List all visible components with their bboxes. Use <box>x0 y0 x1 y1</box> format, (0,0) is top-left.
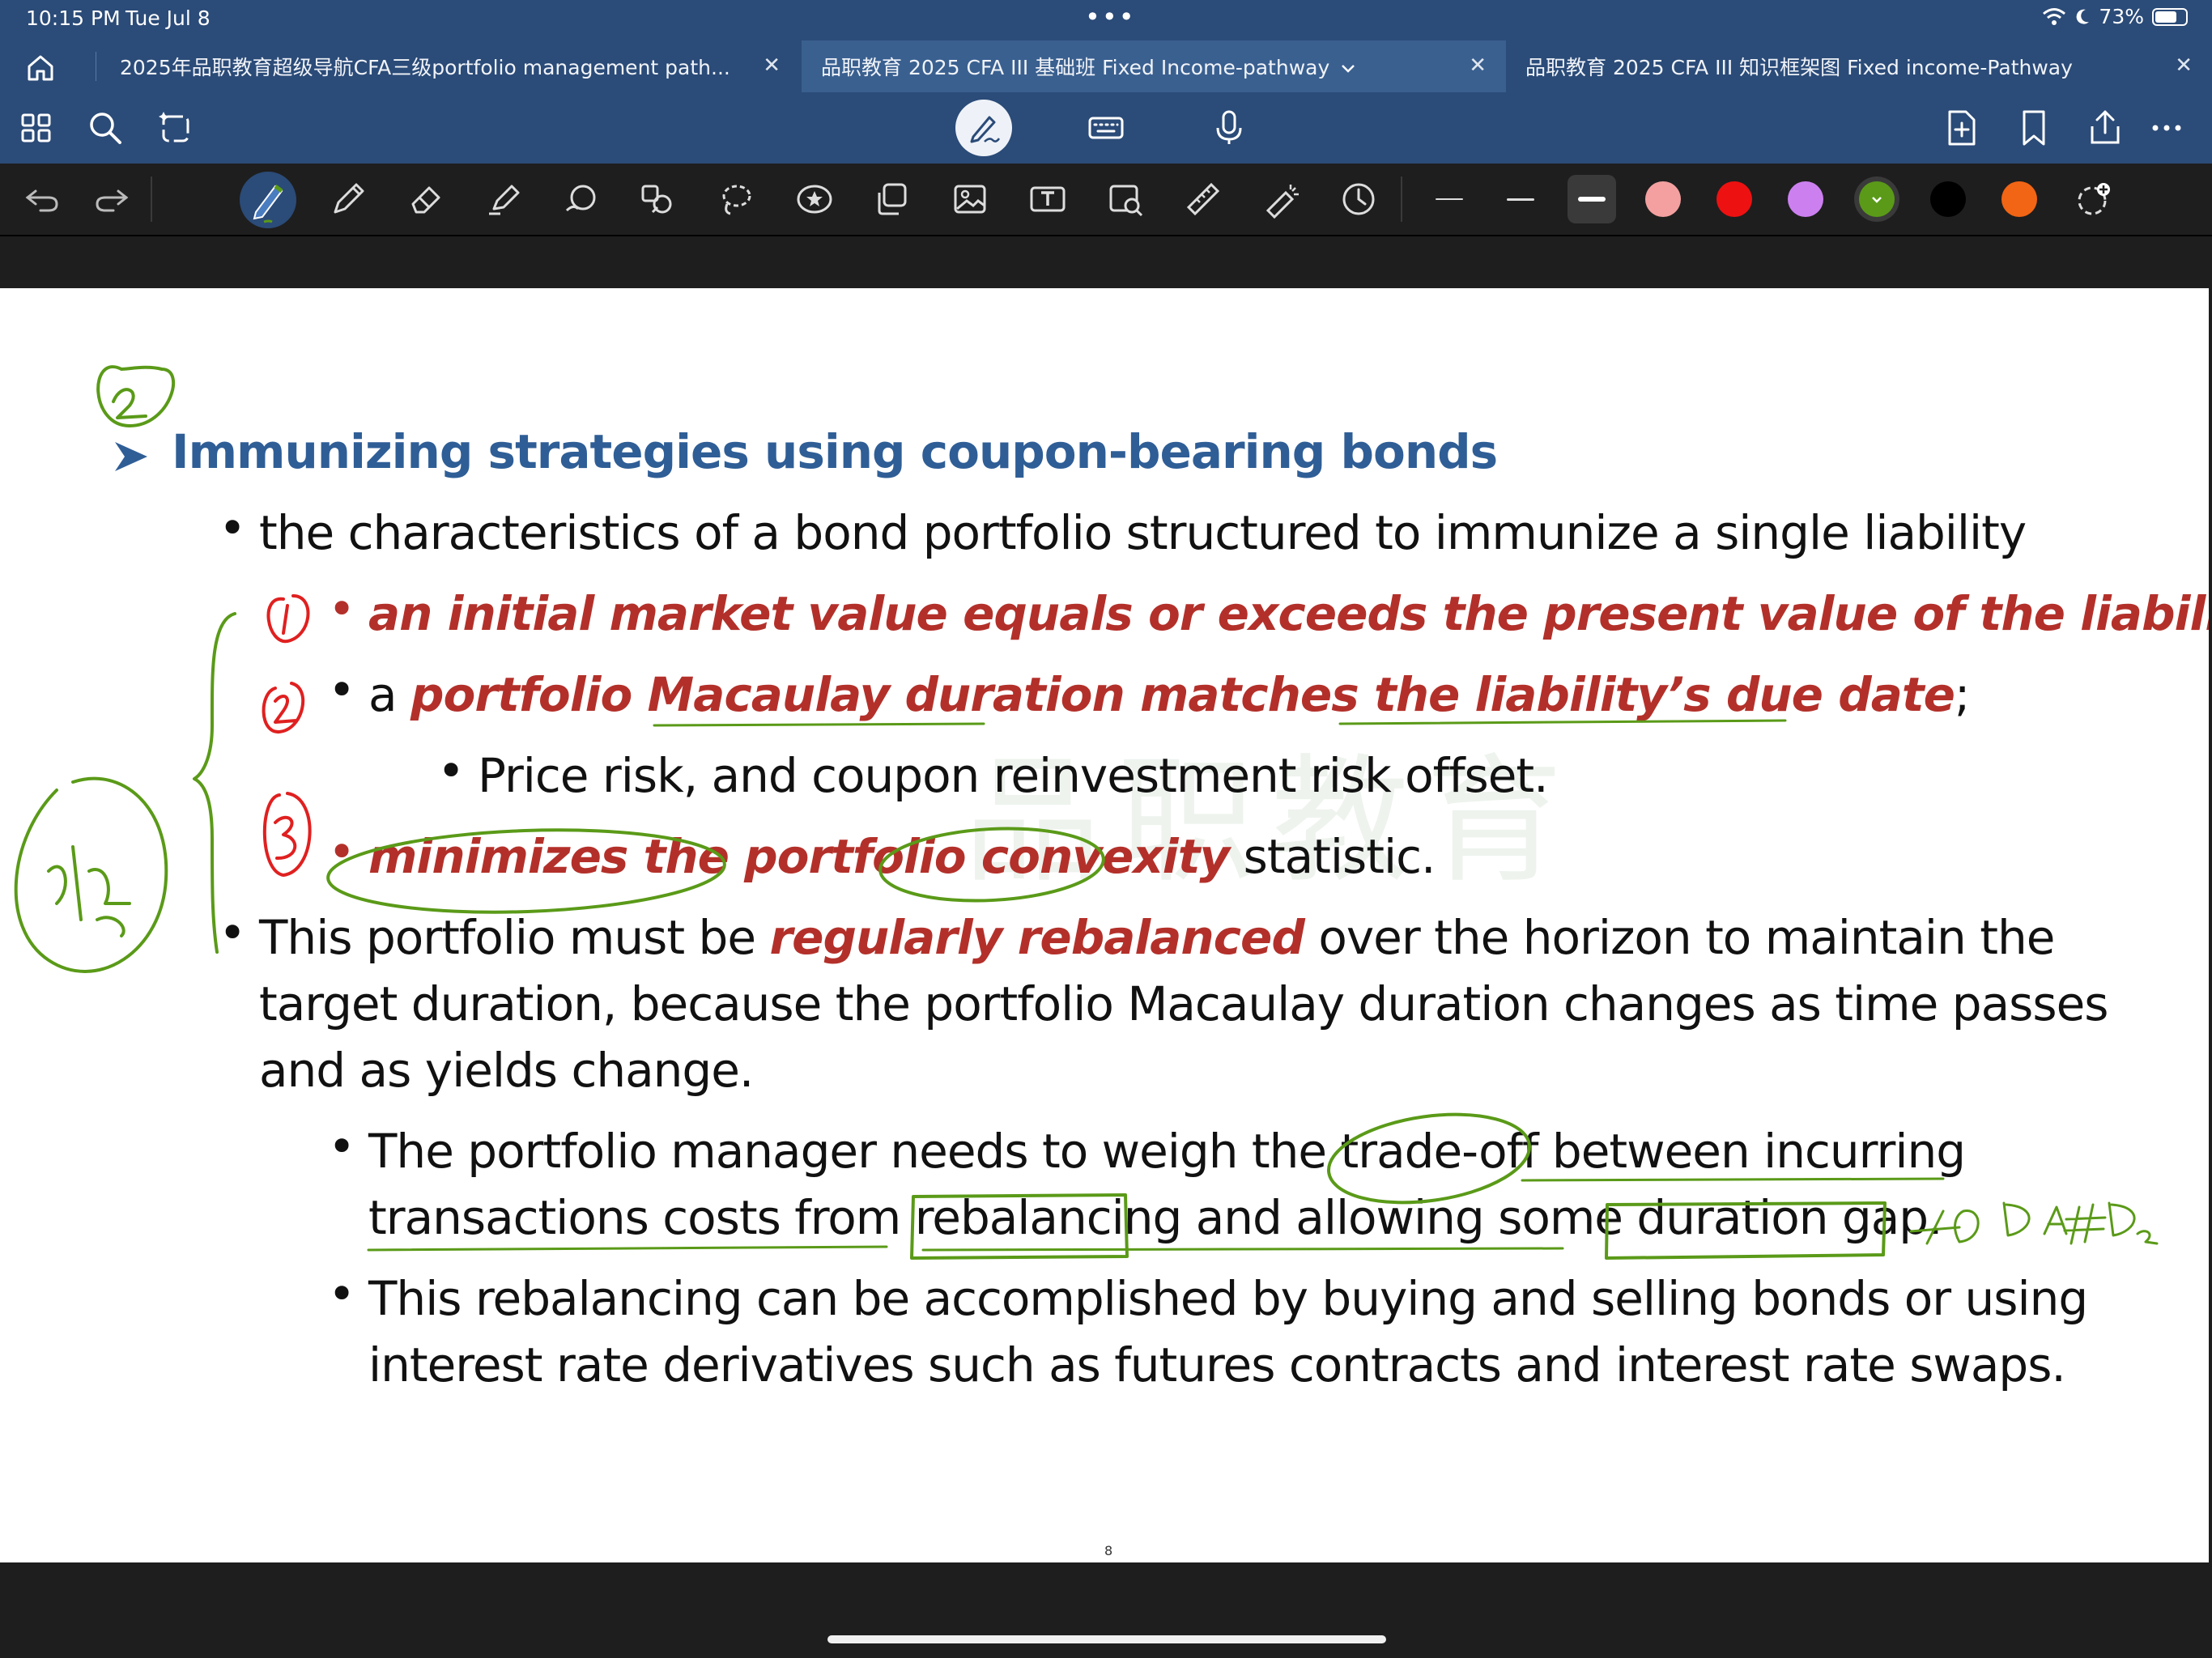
ink-underline-transactions <box>367 1245 888 1252</box>
stroke-width-thick[interactable] <box>1568 175 1616 223</box>
bookmark-icon[interactable] <box>2013 107 2055 149</box>
tab-framework-pathway[interactable]: 品职教育 2025 CFA III 知识框架图 Fixed income-Pat… <box>1508 40 2212 92</box>
battery-icon <box>2152 7 2188 26</box>
ink-notation-da-ne-dl <box>2002 1201 2159 1245</box>
fountain-pen-tool-icon[interactable] <box>240 172 296 228</box>
ink-brace <box>193 612 236 954</box>
eraser-tool-icon[interactable] <box>405 178 447 220</box>
ink-oval-convexity <box>878 827 1105 903</box>
ruler-tool-icon[interactable] <box>1182 178 1224 220</box>
text-tool-icon[interactable] <box>1027 178 1069 220</box>
redo-icon[interactable] <box>91 178 133 220</box>
status-right: 73% <box>2042 5 2188 28</box>
search-icon[interactable] <box>84 107 126 149</box>
chevron-down-icon[interactable] <box>1341 55 1355 79</box>
close-tab-icon[interactable]: ✕ <box>1469 53 1487 78</box>
ink-oval-tradeoff <box>1327 1112 1531 1205</box>
battery-percent: 73% <box>2099 5 2144 28</box>
ai-lasso-icon[interactable] <box>155 107 198 149</box>
color-swatch-black[interactable] <box>1930 181 1966 217</box>
close-tab-icon[interactable]: ✕ <box>763 53 781 78</box>
status-time: 10:15 PM <box>26 6 121 30</box>
ink-underline-liability <box>1338 719 1787 725</box>
moon-icon <box>2077 9 2090 24</box>
image-tool-icon[interactable] <box>949 178 991 220</box>
wifi-icon <box>2043 7 2066 25</box>
handwriting-layer[interactable] <box>0 288 2209 1562</box>
lasso-tool-icon[interactable] <box>714 178 756 220</box>
ink-underline-between <box>1521 1177 1945 1182</box>
history-icon[interactable] <box>1338 178 1380 220</box>
color-swatch-pink[interactable] <box>1645 181 1681 217</box>
pen-mode-button[interactable] <box>955 100 1012 156</box>
ink-red-1 <box>266 594 310 644</box>
drawing-toolbar <box>0 164 2212 236</box>
status-date: Tue Jul 8 <box>125 6 211 30</box>
bottom-bar <box>0 1562 2212 1658</box>
undo-icon[interactable] <box>21 178 63 220</box>
color-swatch-red[interactable] <box>1716 181 1752 217</box>
tab-portfolio-management[interactable]: 2025年品职教育超级导航CFA三级portfolio management p… <box>96 40 800 92</box>
ink-red-3 <box>262 792 312 877</box>
ink-underline-duration <box>653 722 985 727</box>
ink-underline-allowing <box>921 1247 1564 1252</box>
slide-page[interactable]: 品职教育 Immunizing strategies using coupon-… <box>0 288 2209 1562</box>
grid-view-icon[interactable] <box>16 107 58 149</box>
toolbar-divider <box>151 176 152 222</box>
highlighter-tool-icon[interactable] <box>483 178 525 220</box>
scan-image-tool-icon[interactable] <box>1104 178 1146 220</box>
keyboard-icon[interactable] <box>1085 107 1127 149</box>
pencil-tool-icon[interactable] <box>327 178 369 220</box>
stroke-width-thin[interactable] <box>1425 175 1474 223</box>
ink-red-2 <box>262 682 305 733</box>
share-icon[interactable] <box>2084 107 2126 149</box>
close-tab-icon[interactable]: ✕ <box>2175 53 2193 78</box>
ink-arrow <box>1909 1209 1980 1245</box>
shape-tool-icon[interactable] <box>560 178 602 220</box>
home-indicator[interactable] <box>827 1635 1386 1643</box>
copy-tool-icon[interactable] <box>871 178 913 220</box>
add-page-icon[interactable] <box>1940 107 1982 149</box>
home-icon[interactable] <box>24 52 73 84</box>
laser-pointer-tool-icon[interactable] <box>1260 178 1302 220</box>
chevron-down-icon <box>1872 197 1882 203</box>
element-tool-icon[interactable] <box>636 178 678 220</box>
sticker-tool-icon[interactable] <box>793 178 836 220</box>
ink-big-circle-note <box>47 845 131 937</box>
main-toolbar <box>0 92 2212 164</box>
ink-digit-2 <box>112 388 147 419</box>
tab-label: 品职教育 2025 CFA III 知识框架图 Fixed income-Pat… <box>1525 56 2073 79</box>
ink-box-duration-gap <box>1605 1201 1887 1260</box>
microphone-icon[interactable] <box>1208 107 1250 149</box>
color-swatch-purple[interactable] <box>1788 181 1823 217</box>
multitask-dots-icon[interactable]: ••• <box>1085 2 1136 32</box>
tab-label: 2025年品职教育超级导航CFA三级portfolio management p… <box>120 56 730 79</box>
more-options-icon[interactable] <box>2146 107 2188 149</box>
stroke-width-medium[interactable] <box>1496 175 1545 223</box>
tab-label: 品职教育 2025 CFA III 基础班 Fixed Income-pathw… <box>821 56 1330 79</box>
color-swatch-orange[interactable] <box>2001 181 2037 217</box>
ink-big-circle <box>14 776 168 973</box>
ink-oval-minimizes <box>326 828 726 914</box>
toolbar-divider <box>1401 176 1402 222</box>
status-bar: 10:15 PM Tue Jul 8 ••• 73% <box>0 0 2212 40</box>
color-swatch-green[interactable] <box>1859 181 1895 217</box>
add-color-icon[interactable] <box>2073 178 2115 220</box>
tab-fixed-income-pathway[interactable]: 品职教育 2025 CFA III 基础班 Fixed Income-pathw… <box>802 40 1506 92</box>
tab-bar: 2025年品职教育超级导航CFA三级portfolio management p… <box>0 40 2212 92</box>
